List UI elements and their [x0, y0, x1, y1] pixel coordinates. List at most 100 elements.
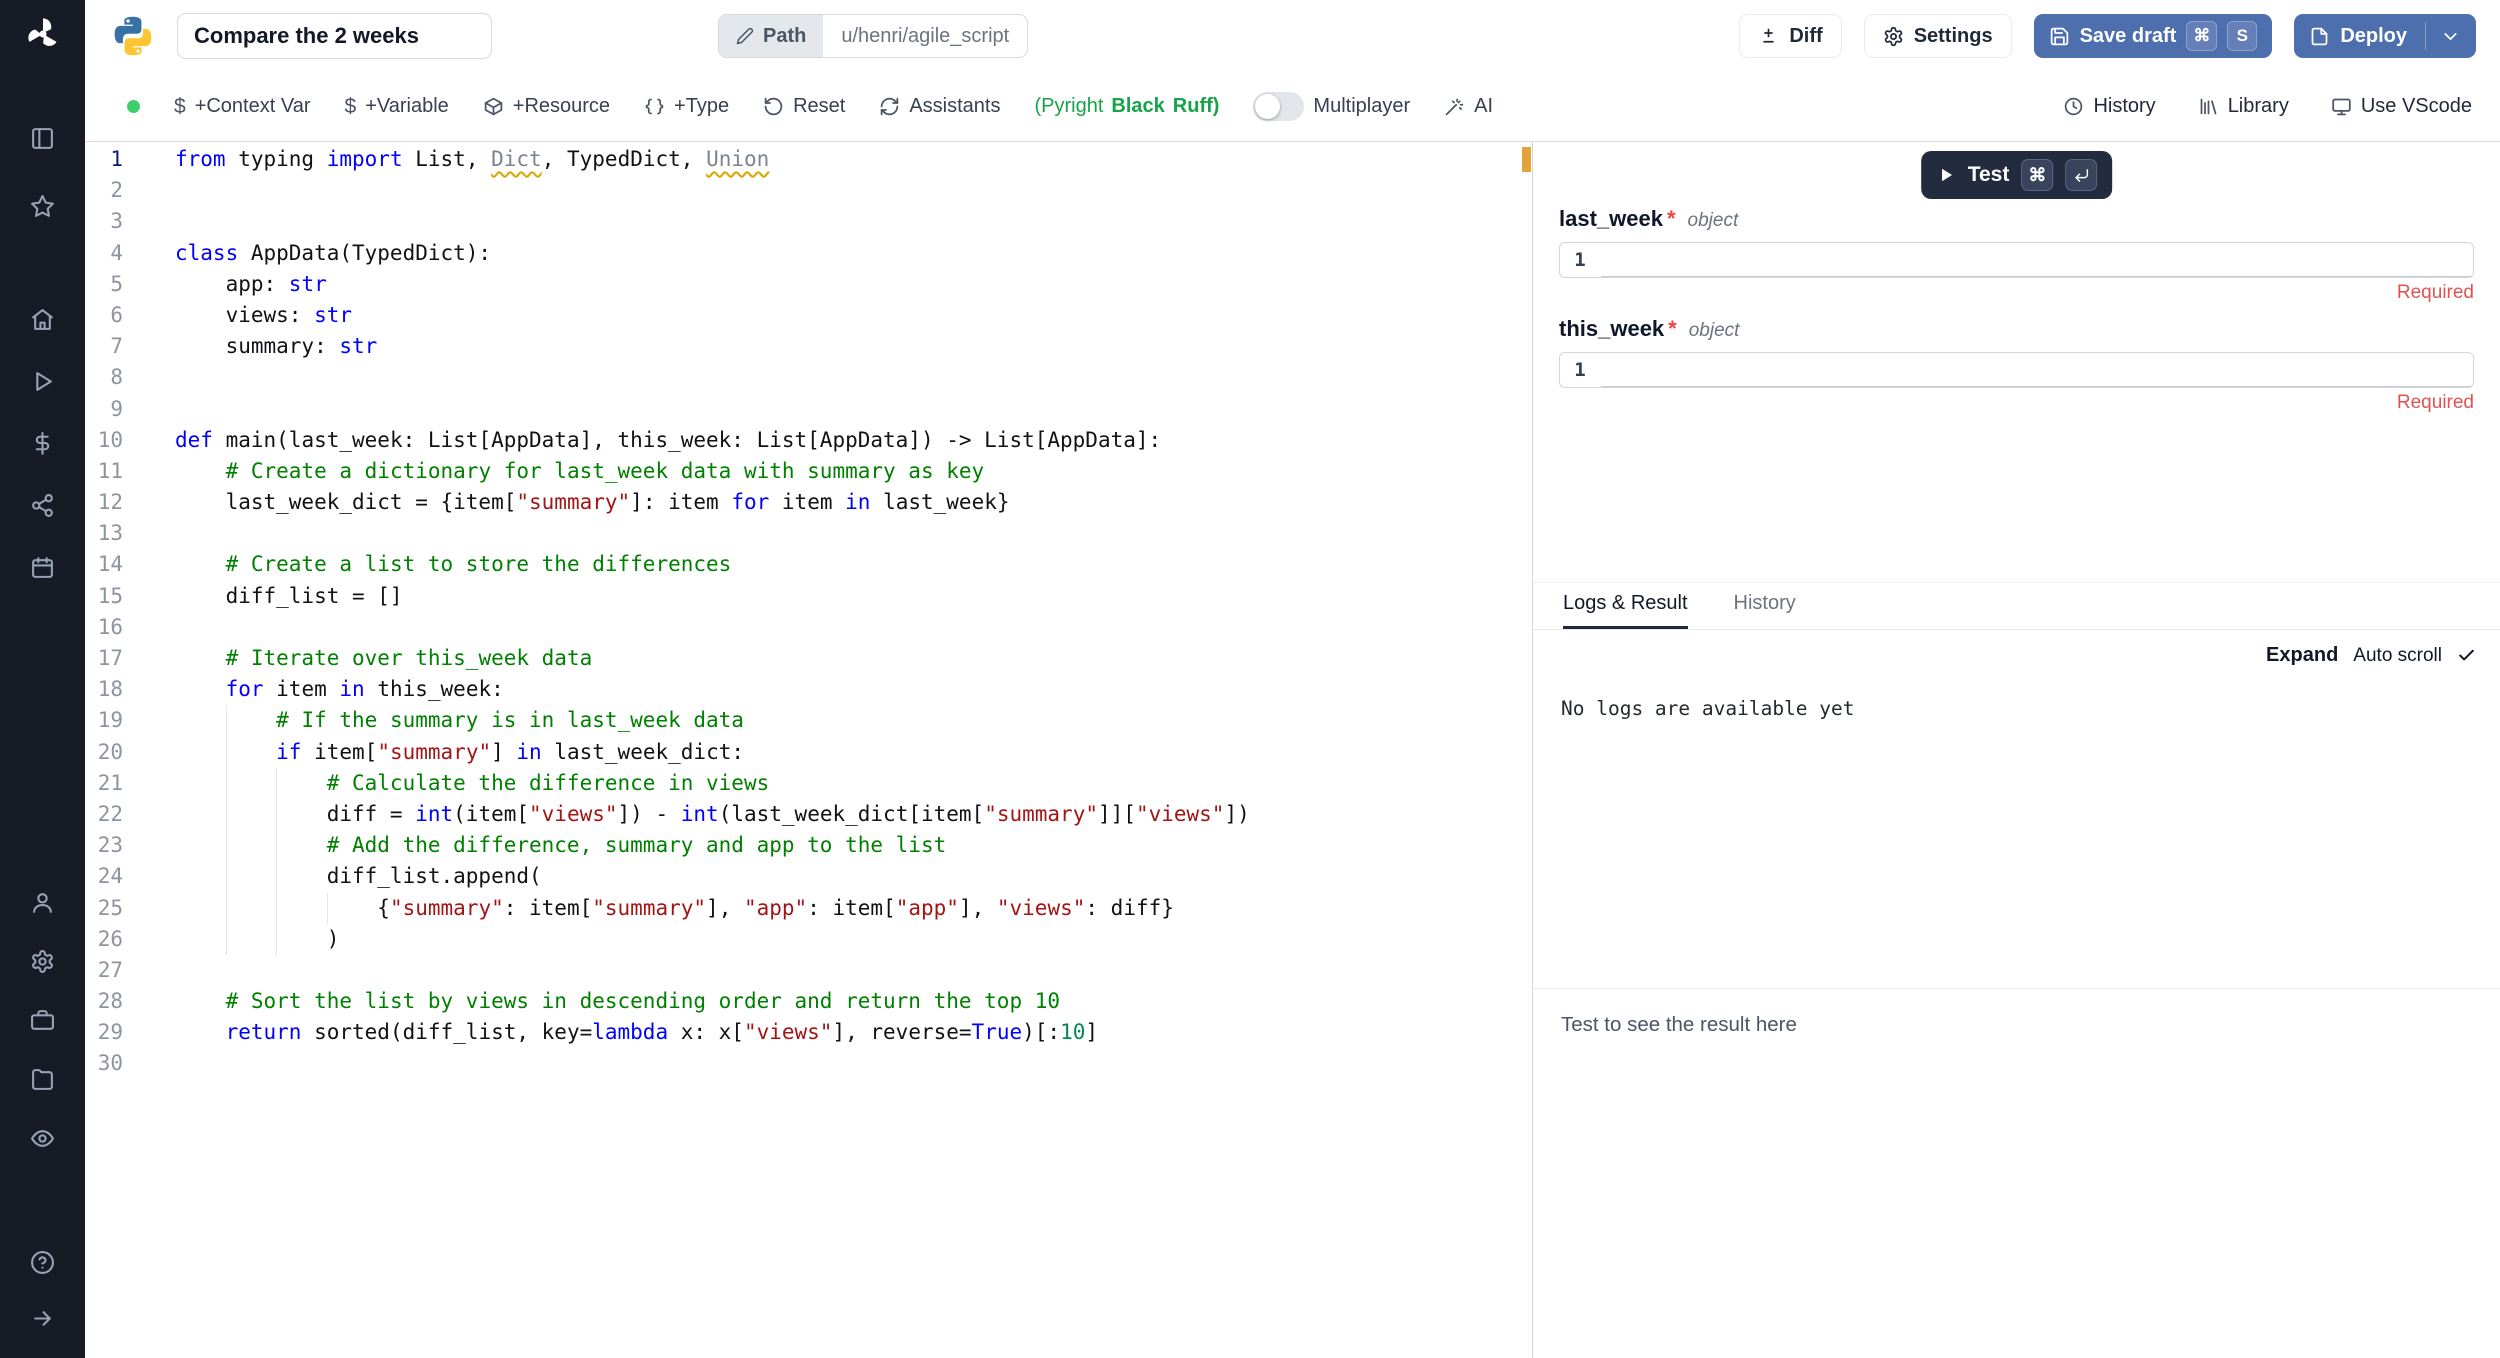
multiplayer-toggle[interactable] — [1253, 92, 1304, 121]
code-line[interactable]: 21 # Calculate the difference in views — [85, 768, 1532, 799]
code-line[interactable]: 28 # Sort the list by views in descendin… — [85, 986, 1532, 1017]
code-line[interactable]: 24 diff_list.append( — [85, 861, 1532, 892]
line-number: 21 — [85, 768, 123, 799]
ai-button[interactable]: AI — [1444, 95, 1493, 118]
dollar-icon: $ — [345, 95, 357, 119]
expand-button[interactable]: Expand — [2266, 644, 2338, 667]
script-path-value[interactable]: u/henri/agile_script — [823, 15, 1027, 57]
deploy-button[interactable]: Deploy — [2294, 14, 2476, 58]
code-line[interactable]: 26 ) — [85, 924, 1532, 955]
test-label: Test — [1968, 163, 2010, 187]
code-line[interactable]: 11 # Create a dictionary for last_week d… — [85, 456, 1532, 487]
code-line[interactable]: 30 — [85, 1048, 1532, 1079]
line-content: ) — [175, 924, 339, 955]
reset-button[interactable]: Reset — [763, 95, 845, 118]
add-resource-button[interactable]: +Resource — [483, 95, 610, 118]
code-line[interactable]: 25 {"summary": item["summary"], "app": i… — [85, 893, 1532, 924]
code-line[interactable]: 15 diff_list = [] — [85, 581, 1532, 612]
code-line[interactable]: 20 if item["summary"] in last_week_dict: — [85, 737, 1532, 768]
code-line[interactable]: 6 views: str — [85, 300, 1532, 331]
home-icon[interactable] — [23, 299, 63, 339]
code-line[interactable]: 2 — [85, 175, 1532, 206]
pyright-status[interactable]: (Pyright — [1035, 95, 1104, 118]
code-line[interactable]: 7 summary: str — [85, 331, 1532, 362]
line-number: 1 — [85, 144, 123, 175]
arrow-right-icon[interactable] — [23, 1298, 63, 1338]
play-icon[interactable] — [23, 361, 63, 401]
line-number: 26 — [85, 924, 123, 955]
test-button[interactable]: Test ⌘ — [1921, 151, 2113, 199]
add-context-var-button[interactable]: $ +Context Var — [174, 95, 311, 119]
indent-guide — [276, 830, 277, 861]
history-button[interactable]: History — [2063, 95, 2155, 118]
add-type-label: +Type — [674, 95, 729, 118]
code-line[interactable]: 4class AppData(TypedDict): — [85, 238, 1532, 269]
json-input-area[interactable] — [1601, 243, 2472, 277]
folder-icon[interactable] — [23, 1059, 63, 1099]
code-line[interactable]: 14 # Create a list to store the differen… — [85, 549, 1532, 580]
save-icon — [2049, 26, 2070, 47]
line-number: 28 — [85, 986, 123, 1017]
chevron-down-icon[interactable] — [2440, 26, 2461, 47]
code-line[interactable]: 10def main(last_week: List[AppData], thi… — [85, 425, 1532, 456]
tab-history[interactable]: History — [1734, 592, 1796, 629]
code-line[interactable]: 27 — [85, 955, 1532, 986]
required-star: * — [1667, 206, 1676, 232]
save-draft-label: Save draft — [2080, 25, 2177, 48]
main-column: Path u/henri/agile_script Diff Settings … — [85, 0, 2500, 1358]
help-icon[interactable] — [23, 1242, 63, 1282]
toolbar-right: History Library Use VScode — [2063, 95, 2472, 118]
save-draft-button[interactable]: Save draft ⌘ S — [2034, 14, 2273, 58]
eye-icon[interactable] — [23, 1118, 63, 1158]
library-button[interactable]: Library — [2198, 95, 2289, 118]
arg-input-last-week[interactable]: 1 — [1559, 242, 2474, 278]
black-status[interactable]: Black — [1111, 95, 1164, 118]
code-line[interactable]: 22 diff = int(item["views"]) - int(last_… — [85, 799, 1532, 830]
nodes-icon[interactable] — [23, 485, 63, 525]
code-line[interactable]: 23 # Add the difference, summary and app… — [85, 830, 1532, 861]
path-edit-button[interactable]: Path — [719, 15, 823, 57]
code-line[interactable]: 18 for item in this_week: — [85, 674, 1532, 705]
assistants-button[interactable]: Assistants — [879, 95, 1000, 118]
code-line[interactable]: 5 app: str — [85, 269, 1532, 300]
indent-guide — [226, 893, 227, 924]
code-line[interactable]: 29 return sorted(diff_list, key=lambda x… — [85, 1017, 1532, 1048]
script-title-input[interactable] — [177, 13, 492, 59]
windmill-logo-icon[interactable] — [21, 12, 65, 56]
star-icon[interactable] — [23, 186, 63, 226]
check-icon[interactable] — [2457, 646, 2476, 665]
code-line[interactable]: 9 — [85, 394, 1532, 425]
user-icon[interactable] — [23, 882, 63, 922]
indent-guide — [276, 799, 277, 830]
dollar-icon[interactable] — [23, 423, 63, 463]
code-line[interactable]: 12 last_week_dict = {item["summary"]: it… — [85, 487, 1532, 518]
add-variable-button[interactable]: $ +Variable — [345, 95, 449, 119]
path-control[interactable]: Path u/henri/agile_script — [718, 14, 1028, 58]
code-line[interactable]: 13 — [85, 518, 1532, 549]
code-line[interactable]: 17 # Iterate over this_week data — [85, 643, 1532, 674]
code-editor[interactable]: 1from typing import List, Dict, TypedDic… — [85, 142, 1532, 1358]
briefcase-icon[interactable] — [23, 1000, 63, 1040]
code-line[interactable]: 8 — [85, 362, 1532, 393]
autoscroll-label[interactable]: Auto scroll — [2353, 645, 2442, 667]
diff-button[interactable]: Diff — [1739, 14, 1841, 58]
code-line[interactable]: 16 — [85, 612, 1532, 643]
json-input-area[interactable] — [1601, 353, 2472, 387]
assistants-status[interactable]: (Pyright Black Ruff) — [1035, 95, 1220, 118]
settings-button[interactable]: Settings — [1864, 14, 2012, 58]
required-message: Required — [1559, 282, 2474, 306]
gear-icon[interactable] — [23, 941, 63, 981]
tab-logs-result[interactable]: Logs & Result — [1563, 592, 1688, 629]
use-vscode-button[interactable]: Use VScode — [2331, 95, 2472, 118]
python-logo-icon — [111, 14, 155, 58]
arg-input-this-week[interactable]: 1 — [1559, 352, 2474, 388]
code-line[interactable]: 3 — [85, 206, 1532, 237]
code-line[interactable]: 1from typing import List, Dict, TypedDic… — [85, 144, 1532, 175]
ruff-status[interactable]: Ruff) — [1173, 95, 1220, 118]
calendar-icon[interactable] — [23, 547, 63, 587]
panel-icon[interactable] — [23, 118, 63, 158]
line-number: 5 — [85, 269, 123, 300]
code-line[interactable]: 19 # If the summary is in last_week data — [85, 705, 1532, 736]
add-type-button[interactable]: +Type — [644, 95, 729, 118]
line-number: 22 — [85, 799, 123, 830]
